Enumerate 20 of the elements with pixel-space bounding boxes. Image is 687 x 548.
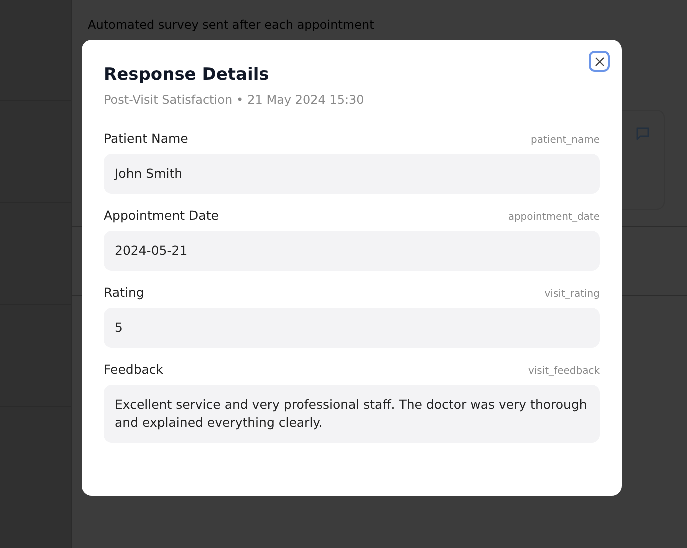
dialog-title: Response Details bbox=[104, 65, 270, 85]
survey-name: Post-Visit Satisfaction bbox=[104, 93, 233, 107]
field-value: 5 bbox=[104, 308, 600, 348]
field-label: Feedback bbox=[104, 362, 164, 377]
field-key: patient_name bbox=[531, 135, 600, 146]
field-label: Patient Name bbox=[104, 131, 188, 146]
field-key: appointment_date bbox=[508, 212, 600, 223]
field-label: Rating bbox=[104, 285, 144, 300]
field-label: Appointment Date bbox=[104, 208, 219, 223]
response-timestamp: 21 May 2024 15:30 bbox=[248, 93, 364, 107]
close-button[interactable] bbox=[589, 51, 610, 72]
field-key: visit_feedback bbox=[528, 366, 600, 377]
field-value: John Smith bbox=[104, 154, 600, 194]
field-key: visit_rating bbox=[544, 289, 600, 300]
close-icon bbox=[594, 56, 604, 66]
page-subtitle: Automated survey sent after each appointment bbox=[88, 18, 374, 32]
chat-icon bbox=[636, 127, 650, 141]
field-value: Excellent service and very professional staff. The doctor was very thorough and explained everything clearly. bbox=[104, 385, 600, 443]
field-value: 2024-05-21 bbox=[104, 231, 600, 271]
separator-dot: • bbox=[236, 93, 244, 107]
